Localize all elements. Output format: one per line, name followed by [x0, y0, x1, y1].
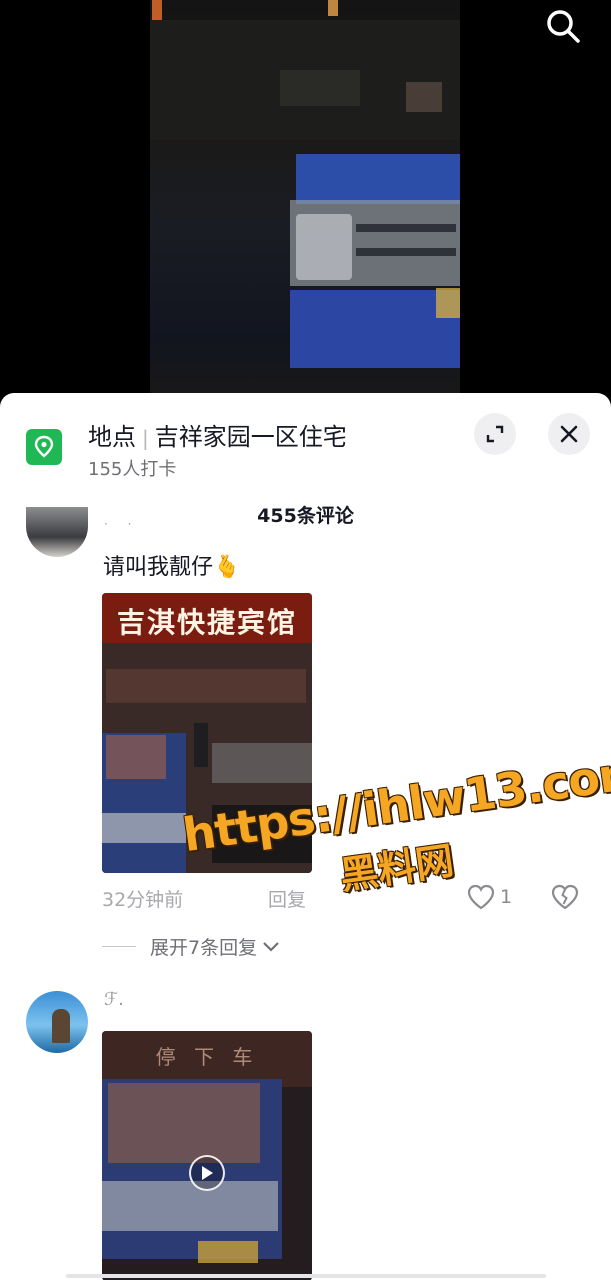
like-button[interactable]: 1: [466, 883, 512, 911]
parked-car: [212, 805, 312, 863]
expand-replies-label: 展开7条回复: [150, 937, 258, 959]
comment-count: 455条评论: [257, 505, 354, 527]
play-icon: [202, 1166, 213, 1180]
grille-bar: [356, 224, 456, 232]
license-plate: [436, 288, 460, 318]
comment-time: 32分钟前: [102, 889, 184, 911]
truck-grille: [102, 813, 186, 843]
location-name: 吉祥家园一区住宅: [154, 423, 347, 451]
divider-line: [102, 946, 136, 947]
checkin-count: 155人打卡: [88, 459, 177, 480]
close-button[interactable]: [548, 413, 590, 455]
video-sign-text: 停 下 车: [155, 1045, 259, 1069]
expand-button[interactable]: [474, 413, 516, 455]
building-window: [280, 70, 360, 106]
map-pin-icon: [26, 429, 62, 465]
comments-sheet: 地点 | 吉祥家园一区住宅 155人打卡 455条评论 · · 请叫我靓仔🫰 吉…: [0, 393, 611, 1280]
background-video[interactable]: [0, 0, 611, 420]
truck-window: [106, 735, 166, 779]
close-icon: [560, 425, 578, 443]
hotel-sign-text: 吉淇快捷宾馆: [116, 606, 297, 639]
play-button[interactable]: [189, 1155, 225, 1191]
expand-replies-button[interactable]: 展开7条回复: [102, 933, 281, 960]
truck-bumper: [290, 290, 460, 368]
finger-heart-emoji: 🫰: [213, 555, 241, 580]
truck-headlight: [296, 214, 352, 280]
license-plate: [198, 1241, 258, 1263]
video-frame: [150, 0, 460, 420]
truck-mirror: [194, 723, 208, 767]
reply-button[interactable]: 回复: [268, 885, 306, 912]
hotel-sign: 吉淇快捷宾馆: [102, 593, 312, 643]
secondary-sign: [106, 669, 306, 703]
comment-username[interactable]: · ·: [104, 517, 139, 531]
separator: |: [142, 426, 149, 450]
avatar[interactable]: [26, 507, 88, 557]
comment-text: 请叫我靓仔🫰: [103, 549, 240, 581]
grille-bar: [356, 248, 456, 256]
comment-text-content: 请叫我靓仔: [103, 555, 214, 580]
location-label: 地点: [88, 423, 136, 451]
truck-grille: [102, 1181, 278, 1231]
broken-heart-icon: [551, 884, 579, 910]
comment-image[interactable]: 吉淇快捷宾馆: [102, 593, 312, 873]
expand-icon: [486, 425, 504, 443]
comment-video[interactable]: 停 下 车: [102, 1031, 312, 1280]
storefront: [212, 743, 312, 783]
building-sign: [406, 82, 442, 112]
chevron-down-icon: [263, 941, 279, 952]
search-icon: [547, 10, 580, 43]
dislike-button[interactable]: [550, 883, 580, 915]
truck-cab: [296, 154, 460, 204]
avatar-person: [52, 1009, 70, 1043]
comment-screen: 地点 | 吉祥家园一区住宅 155人打卡 455条评论 · · 请叫我靓仔🫰 吉…: [0, 0, 611, 1280]
search-button[interactable]: [541, 4, 585, 48]
location-title: 地点 | 吉祥家园一区住宅: [88, 417, 347, 452]
avatar[interactable]: [26, 991, 88, 1053]
heart-icon: [467, 884, 495, 910]
like-count: 1: [500, 886, 513, 908]
comment-username[interactable]: ℱ.: [104, 989, 124, 1010]
light-glow: [328, 0, 338, 16]
home-indicator[interactable]: [66, 1274, 546, 1278]
truck-window: [108, 1083, 260, 1163]
